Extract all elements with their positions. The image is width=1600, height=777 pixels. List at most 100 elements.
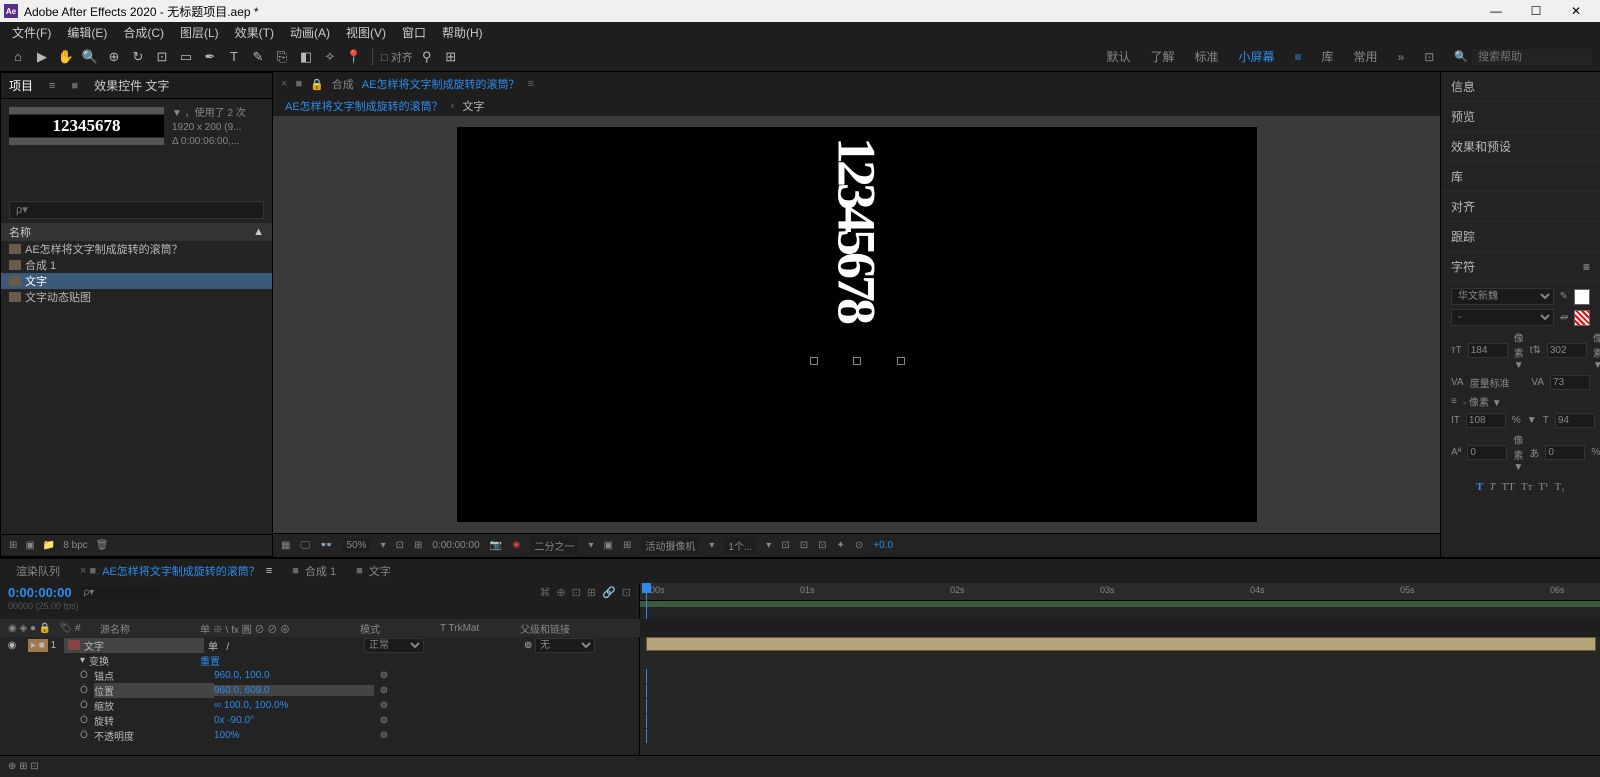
superscript-button[interactable]: T¹ bbox=[1538, 481, 1548, 493]
tab-project-menu-icon[interactable]: ≡ bbox=[49, 80, 55, 92]
blend-mode-dropdown[interactable]: 正常 bbox=[364, 638, 424, 653]
hand-tool-icon[interactable]: ✋ bbox=[56, 47, 76, 67]
stopwatch-icon[interactable]: Ö bbox=[80, 715, 94, 726]
project-col-type-icon[interactable]: ▲ bbox=[253, 226, 264, 238]
leading-input[interactable] bbox=[1547, 343, 1587, 358]
panel-menu-icon[interactable]: ≡ bbox=[1583, 260, 1590, 274]
menu-animation[interactable]: 动画(A) bbox=[282, 22, 338, 43]
brush-tool-icon[interactable]: ✎ bbox=[248, 47, 268, 67]
crumb-parent[interactable]: AE怎样将文字制成旋转的滚筒？ bbox=[285, 98, 443, 114]
stopwatch-icon[interactable]: Ö bbox=[80, 700, 94, 711]
font-family-dropdown[interactable]: 华文新魏 bbox=[1451, 288, 1554, 305]
workspace-more-icon[interactable]: » bbox=[1398, 50, 1405, 64]
workspace-reset-icon[interactable]: ⊡ bbox=[1424, 50, 1434, 64]
tab-render-queue[interactable]: 渲染队列 bbox=[16, 563, 60, 579]
prop-opacity[interactable]: Ö不透明度100%⊚ bbox=[0, 728, 639, 743]
views-dropdown[interactable]: 1个... bbox=[724, 537, 756, 554]
home-icon[interactable]: ⌂ bbox=[8, 47, 28, 67]
kerning-dropdown[interactable]: 度量标准 bbox=[1470, 375, 1526, 390]
minimize-button[interactable]: — bbox=[1476, 0, 1516, 22]
graph-icon[interactable]: ⊞ bbox=[587, 586, 596, 599]
menu-window[interactable]: 窗口 bbox=[394, 22, 434, 43]
stopwatch-icon[interactable]: Ö bbox=[80, 670, 94, 681]
panel-info[interactable]: 信息 bbox=[1441, 72, 1600, 102]
camera-dropdown[interactable]: 活动摄像机 bbox=[641, 537, 699, 554]
lock-icon[interactable]: 🔒 bbox=[310, 78, 324, 91]
eyedropper-icon[interactable]: ✎ bbox=[1560, 291, 1568, 302]
composition-canvas[interactable]: 12345678 bbox=[457, 127, 1257, 522]
panel-effects-presets[interactable]: 效果和预设 bbox=[1441, 132, 1600, 162]
font-style-dropdown[interactable]: - bbox=[1451, 309, 1554, 326]
stroke-swatch[interactable] bbox=[1574, 310, 1590, 326]
viewer-grid-icon[interactable]: ⊞ bbox=[623, 540, 631, 551]
viewer-3d-icon[interactable]: ⊡ bbox=[781, 540, 789, 551]
tsume-input[interactable] bbox=[1545, 445, 1585, 460]
expression-link-icon[interactable]: ⊚ bbox=[374, 670, 394, 681]
zoom-chevron-icon[interactable]: ▾ bbox=[381, 540, 386, 551]
layer-duration-bar[interactable] bbox=[646, 637, 1596, 651]
work-area-bar[interactable] bbox=[640, 601, 1600, 607]
anchor-handle-left[interactable] bbox=[810, 357, 818, 365]
tab-close-icon[interactable]: × bbox=[281, 78, 287, 90]
keyframe-indicator[interactable] bbox=[646, 714, 647, 728]
italic-button[interactable]: T bbox=[1489, 481, 1495, 493]
project-item[interactable]: 文字动态贴图 bbox=[1, 289, 272, 305]
viewer-fastpreview-icon[interactable]: ⊡ bbox=[396, 540, 404, 551]
workspace-learn[interactable]: 了解 bbox=[1150, 48, 1174, 65]
keyframe-indicator[interactable] bbox=[646, 684, 647, 698]
keyframe-indicator[interactable] bbox=[646, 699, 647, 713]
menu-help[interactable]: 帮助(H) bbox=[434, 22, 491, 43]
prop-rotation[interactable]: Ö旋转0x -90.0°⊚ bbox=[0, 713, 639, 728]
tab-project[interactable]: 项目 bbox=[9, 77, 33, 94]
exposure-reset-icon[interactable]: ⊙ bbox=[855, 540, 863, 551]
expression-link-icon[interactable]: ⊚ bbox=[374, 700, 394, 711]
comp-tab-menu-icon[interactable]: ≡ bbox=[527, 78, 533, 90]
eye-icon[interactable]: ◉ bbox=[0, 640, 24, 651]
panel-align[interactable]: 对齐 bbox=[1441, 192, 1600, 222]
menu-file[interactable]: 文件(F) bbox=[4, 22, 59, 43]
viewer-channel-icon[interactable]: ❀ bbox=[512, 540, 520, 551]
viewer-snapshot-icon[interactable]: 📷 bbox=[490, 540, 502, 551]
baseline-input[interactable] bbox=[1467, 445, 1507, 460]
type-tool-icon[interactable]: T bbox=[224, 47, 244, 67]
workspace-menu-icon[interactable]: ≡ bbox=[1295, 50, 1302, 64]
vscale-input[interactable] bbox=[1466, 413, 1506, 428]
menu-layer[interactable]: 图层(L) bbox=[172, 22, 227, 43]
comp-shy-icon[interactable]: ■ bbox=[295, 78, 302, 90]
bpc-button[interactable]: 8 bpc bbox=[63, 540, 87, 551]
timeline-ruler[interactable]: 00s 01s 02s 03s 04s 05s 06s bbox=[640, 583, 1600, 601]
draft3d-icon[interactable]: 🔗 bbox=[602, 586, 616, 599]
clone-tool-icon[interactable]: ⎘ bbox=[272, 47, 292, 67]
exposure-value[interactable]: +0.0 bbox=[873, 540, 893, 551]
roto-tool-icon[interactable]: ✧ bbox=[320, 47, 340, 67]
allcaps-button[interactable]: TT bbox=[1501, 481, 1514, 493]
new-folder-icon[interactable]: 📁 bbox=[43, 540, 55, 551]
stopwatch-icon[interactable]: Ö bbox=[80, 685, 94, 696]
frameblend-icon[interactable]: ⊕ bbox=[556, 586, 565, 599]
motionblur-icon[interactable]: ⊡ bbox=[572, 586, 581, 599]
toggle-switches-icon[interactable]: ⊕ ⊞ ⊡ bbox=[8, 761, 39, 772]
close-button[interactable]: ✕ bbox=[1556, 0, 1596, 22]
zoom-tool-icon[interactable]: 🔍 bbox=[80, 47, 100, 67]
viewer-screen-icon[interactable]: 🖵 bbox=[300, 540, 310, 551]
workspace-common[interactable]: 常用 bbox=[1354, 48, 1378, 65]
bold-button[interactable]: T bbox=[1476, 481, 1483, 493]
selection-tool-icon[interactable]: ▶ bbox=[32, 47, 52, 67]
panel-preview[interactable]: 预览 bbox=[1441, 102, 1600, 132]
menu-edit[interactable]: 编辑(E) bbox=[59, 22, 115, 43]
playhead[interactable] bbox=[646, 583, 647, 619]
shy-icon[interactable]: ⌘ bbox=[539, 586, 550, 599]
stopwatch-icon[interactable]: Ö bbox=[80, 730, 94, 741]
maximize-button[interactable]: ☐ bbox=[1516, 0, 1556, 22]
viewer-area[interactable]: 12345678 bbox=[273, 116, 1440, 533]
keyframe-indicator[interactable] bbox=[646, 729, 647, 743]
layer-row[interactable]: ◉ ▸ ■ 1 文字 单 / 正常 ⊚ 无 bbox=[0, 637, 639, 653]
snap-opt-icon[interactable]: ⚲ bbox=[417, 47, 437, 67]
viewer-guides-icon[interactable]: ✦ bbox=[837, 540, 845, 551]
comp-name[interactable]: AE怎样将文字制成旋转的滚筒？ bbox=[362, 76, 520, 92]
workspace-smallscreen[interactable]: 小屏幕 bbox=[1238, 48, 1274, 65]
panbehind-tool-icon[interactable]: ⊡ bbox=[152, 47, 172, 67]
rotate-tool-icon[interactable]: ↻ bbox=[128, 47, 148, 67]
prop-anchor[interactable]: Ö锚点960.0, 100.0⊚ bbox=[0, 668, 639, 683]
effect-controls-shy-icon[interactable]: ■ bbox=[71, 80, 78, 92]
